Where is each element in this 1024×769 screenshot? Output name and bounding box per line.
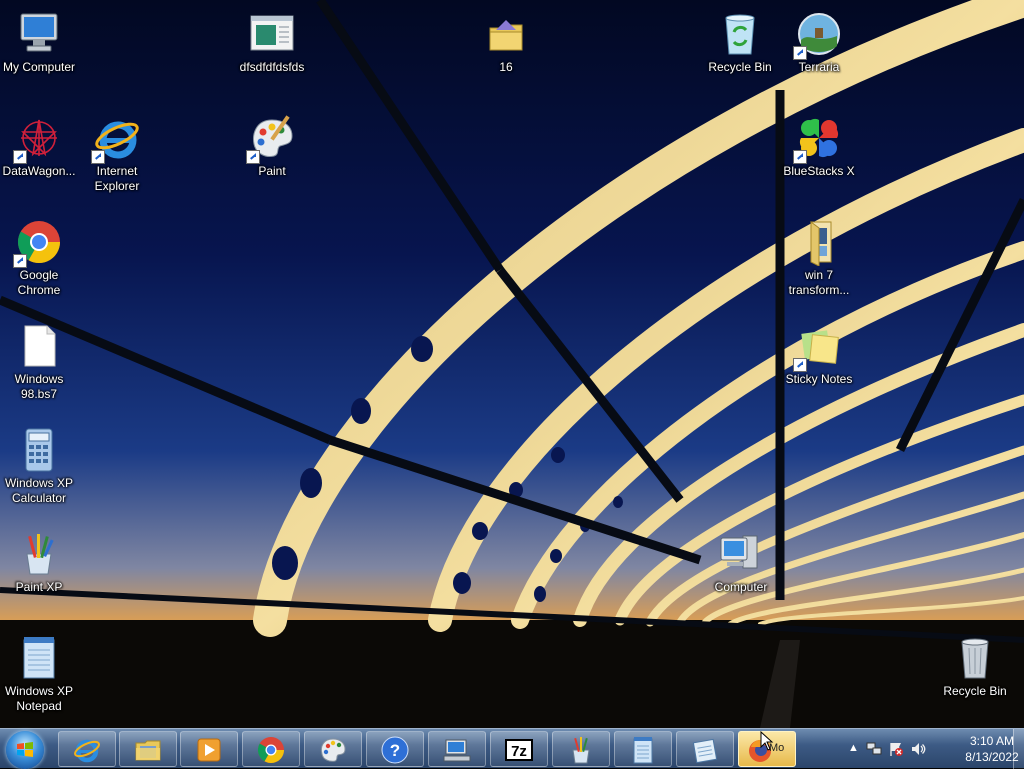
shortcut-arrow-icon xyxy=(91,150,105,164)
desktop-icon-google-chrome[interactable]: Google Chrome xyxy=(0,212,78,298)
notepad-icon xyxy=(633,737,653,764)
desktop-icon-internet-explorer[interactable]: Internet Explorer xyxy=(78,108,156,194)
blank-file-icon xyxy=(15,322,63,370)
desktop-icon-label: Terraria xyxy=(798,60,840,74)
open-folder-icon xyxy=(795,218,843,267)
desktop-icon-label: dfsdfdfdsfds xyxy=(239,60,305,74)
taskbar-internet-explorer[interactable] xyxy=(58,731,116,767)
taskbar-help[interactable]: ? xyxy=(366,731,424,767)
calculator-icon xyxy=(15,426,63,474)
paint-palette-icon xyxy=(320,738,346,762)
taskbar-network-computer[interactable] xyxy=(428,731,486,767)
desktop-icon-sticky-notes[interactable]: Sticky Notes xyxy=(780,316,858,387)
notebook-icon xyxy=(692,738,718,764)
desktop-icon-16[interactable]: 16 xyxy=(467,4,545,75)
desktop-icon-label: Paint xyxy=(258,164,286,178)
terraria-icon xyxy=(793,10,843,60)
notepad-icon xyxy=(15,634,63,682)
folder-icon xyxy=(482,10,530,58)
desktop-icon-label: BlueStacks X xyxy=(783,164,855,178)
media-player-icon xyxy=(197,738,221,762)
bluestacks-icon xyxy=(793,114,843,164)
chrome-icon xyxy=(13,218,63,268)
desktop-icon-dfsdfdfdsfds[interactable]: dfsdfdfdsfds xyxy=(233,4,311,75)
desktop-icon-label: Windows XP Calculator xyxy=(4,476,74,505)
taskbar-file-explorer[interactable] xyxy=(119,731,177,767)
folder-icon xyxy=(135,740,161,761)
desktop-icon-label: My Computer xyxy=(2,60,76,74)
desktop-icon-label: Windows 98.bs7 xyxy=(14,372,64,401)
taskbar-media-player[interactable] xyxy=(180,731,238,767)
desktop-icon-xp-notepad[interactable]: Windows XP Notepad xyxy=(0,628,78,714)
network-icon[interactable] xyxy=(866,741,882,757)
shortcut-arrow-icon xyxy=(793,358,807,372)
desktop-icon-my-computer[interactable]: My Computer xyxy=(0,4,78,75)
desktop-icon-label: Internet Explorer xyxy=(94,164,140,193)
desktop-icon-label: Sticky Notes xyxy=(785,372,853,386)
computer-icon xyxy=(15,10,63,58)
taskbar-7zip[interactable]: 7z xyxy=(490,731,548,767)
system-tray: ▲ 3:10 AM 8/13/2022 xyxy=(844,729,1024,769)
action-center-flag-icon[interactable] xyxy=(888,741,904,757)
desktop-icon-recycle-bin-empty[interactable]: Recycle Bin xyxy=(936,628,1014,699)
desktop-icon-paint-xp[interactable]: Paint XP xyxy=(0,524,78,595)
desktop-icon-xp-calculator[interactable]: Windows XP Calculator xyxy=(0,420,78,506)
desktop-icon-label: 16 xyxy=(499,60,513,74)
desktop-icon-label: Computer xyxy=(714,580,768,594)
desktop-icon-label: Recycle Bin xyxy=(943,684,1007,698)
desktop-icon-computer[interactable]: Computer xyxy=(702,524,780,595)
desktop-icon-datawagon[interactable]: DataWagon... xyxy=(0,108,78,179)
shortcut-arrow-icon xyxy=(246,150,260,164)
7zip-icon: 7z xyxy=(505,739,533,761)
taskbar: ? 7z Mo ▲ 3:10 AM 8/13/2022 xyxy=(0,728,1024,769)
desktop-icon-bluestacks-x[interactable]: BlueStacks X xyxy=(780,108,858,179)
desktop-icon-label: Google Chrome xyxy=(17,268,61,297)
desktop-icon-paint[interactable]: Paint xyxy=(233,108,311,179)
taskbar-notepad-2[interactable] xyxy=(676,731,734,767)
taskbar-notepad[interactable] xyxy=(614,731,672,767)
desktop-icon-label: Paint XP xyxy=(15,580,63,594)
shortcut-arrow-icon xyxy=(13,254,27,268)
datawagon-icon xyxy=(13,114,63,164)
svg-text:?: ? xyxy=(390,741,400,760)
chrome-icon xyxy=(257,737,285,764)
show-desktop-button[interactable] xyxy=(1013,729,1024,769)
taskbar-paint-xp[interactable] xyxy=(552,731,610,767)
taskbar-google-chrome[interactable] xyxy=(242,731,300,767)
svg-text:7z: 7z xyxy=(511,743,527,760)
paint-cup-icon xyxy=(572,737,590,764)
shortcut-arrow-icon xyxy=(793,150,807,164)
windows-logo-icon xyxy=(17,742,33,757)
desktop-icon-recycle-bin-full[interactable]: Recycle Bin xyxy=(701,4,779,75)
recycle-bin-full-icon xyxy=(716,10,764,58)
internet-explorer-icon xyxy=(91,114,141,164)
paint-cup-icon xyxy=(15,530,63,578)
shortcut-arrow-icon xyxy=(13,150,27,164)
show-hidden-icons-button[interactable]: ▲ xyxy=(848,742,859,754)
desktop-icon-terraria[interactable]: Terraria xyxy=(780,4,858,75)
help-icon: ? xyxy=(381,736,409,764)
computer-monitor-icon xyxy=(717,530,765,578)
internet-explorer-icon xyxy=(74,739,100,763)
window-file-icon xyxy=(248,10,296,58)
desktop-icon-label: Windows XP Notepad xyxy=(4,684,74,713)
volume-icon[interactable] xyxy=(910,741,926,757)
start-button[interactable] xyxy=(6,731,44,769)
recycle-bin-empty-icon xyxy=(951,634,999,682)
desktop-icon-label: DataWagon... xyxy=(2,164,76,178)
shortcut-arrow-icon xyxy=(793,46,807,60)
desktop-icon-windows-98-bs7[interactable]: Windows 98.bs7 xyxy=(0,316,78,402)
sticky-notes-icon xyxy=(793,322,843,372)
paint-palette-icon xyxy=(246,114,296,164)
network-computer-icon xyxy=(443,739,471,762)
desktop-icon-win7-transform[interactable]: win 7 transform... xyxy=(780,212,858,298)
desktop-icon-label: win 7 transform... xyxy=(788,268,850,297)
desktop-icon-label: Recycle Bin xyxy=(708,60,772,74)
mouse-cursor-icon xyxy=(760,731,774,751)
taskbar-paint[interactable] xyxy=(304,731,362,767)
